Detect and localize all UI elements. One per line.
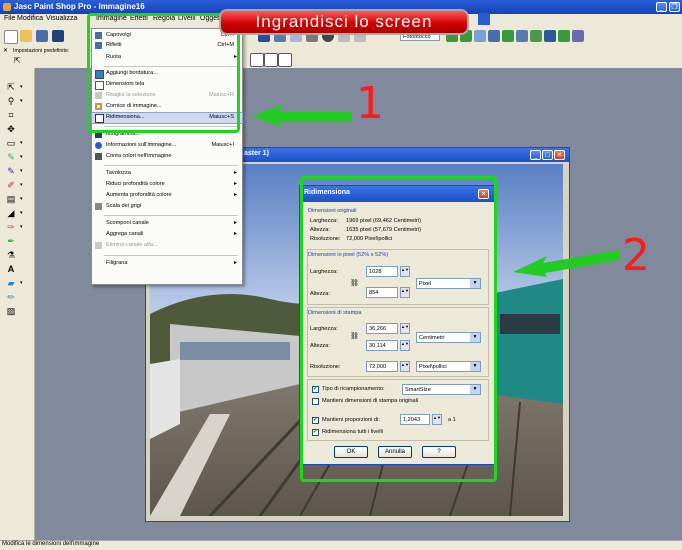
info-icon [95,142,102,149]
move-tool-icon[interactable]: ✥ [4,124,18,135]
menu-item-scomponi-canale[interactable]: Scomponi canale ▸ [92,219,242,229]
count-colors-icon [95,153,102,160]
arrow-icon [252,104,352,128]
fill-tool-icon[interactable]: ⚗ [4,250,18,261]
instruction-banner: Ingrandisci lo screen [219,9,469,35]
tool-c-icon[interactable] [558,30,570,42]
chevron-down-icon[interactable]: ▾ [20,166,26,177]
chevron-down-icon[interactable]: ▾ [20,222,26,233]
open-folder-icon[interactable] [20,30,32,42]
airbrush-icon[interactable]: ✒ [4,236,18,247]
image-window-title: aster 1) [244,150,269,157]
tool-palette: ⇱ ▾ ⚲ ▾ ⌗ ✥ ▭ ▾ ✎ ▾ ✎ ▾ ✐ ▾ ▤ ▾ ◢ ▾ ✑ ▾ ✒ ⚗ A ▰ ▾ … [0,68,35,540]
pointer-tool-icon[interactable]: ⇱ [4,82,18,93]
grayscale-icon [95,203,102,210]
text-tool-icon[interactable]: A [4,264,18,275]
view-c-icon[interactable] [278,53,292,67]
arrow-icon [513,250,619,277]
chevron-down-icon[interactable]: ▾ [20,278,26,289]
menu-item-elimina-alfa[interactable]: Elimina canale alfa... [92,241,242,251]
callout-number-1: 1 [356,78,384,129]
view-b-icon[interactable] [264,53,278,67]
preset-pointer-icon[interactable]: ⇱ [14,56,21,65]
chevron-down-icon[interactable]: ▾ [20,96,26,107]
menu-item-filigrana[interactable]: Filigrana ▸ [92,259,242,269]
pen-tool-icon[interactable]: ✏ [4,292,18,303]
picture-tube-icon[interactable]: ✑ [4,222,18,233]
chevron-down-icon[interactable]: ▾ [20,152,26,163]
banner-side-icon [478,13,490,25]
menu-item-tavolozza[interactable]: Tavolozza ▸ [92,169,242,179]
chevron-down-icon[interactable]: ▾ [20,138,26,149]
browse-icon[interactable] [36,30,48,42]
app-icon [3,3,11,11]
histogram-icon[interactable] [474,30,486,42]
retouch-tool-icon[interactable]: ▤ [4,194,18,205]
palette-icon[interactable] [488,30,500,42]
submenu-arrow-icon: ▸ [233,231,237,237]
menu-item-aggrega-canali[interactable]: Aggrega canali ▸ [92,230,242,240]
window-title: Jasc Paint Shop Pro - Immagine16 [14,2,145,11]
minimize-icon[interactable]: _ [530,150,541,160]
tool-d-icon[interactable] [572,30,584,42]
submenu-arrow-icon: ▸ [233,220,237,226]
paint-brush-icon[interactable]: ✎ [4,166,18,177]
submenu-arrow-icon: ▸ [233,260,237,266]
submenu-arrow-icon: ▸ [233,192,237,198]
menu-item-conta-colori[interactable]: Conta colori nell'immagine [92,152,242,162]
menu-item-scala-grigi[interactable]: Scala dei grigi [92,202,242,212]
maximize-icon[interactable]: □ [542,150,553,160]
highlight-box-menu [87,13,240,133]
chevron-down-icon[interactable]: ▾ [20,180,26,191]
presets-label: Impostazioni predefinite: [13,48,70,54]
new-file-icon[interactable] [4,30,18,44]
preset-shape-icon[interactable]: ▰ [4,278,18,289]
minimize-button[interactable]: _ [656,2,667,12]
menu-file[interactable]: File [4,15,15,22]
brush-icon[interactable] [502,30,514,42]
dropper-tool-icon[interactable]: ✎ [4,152,18,163]
submenu-arrow-icon: ▸ [233,170,237,176]
chevron-down-icon[interactable]: ▾ [20,208,26,219]
menu-item-informazioni[interactable]: Informazioni sull'immagine... Maiusc+I [92,141,242,151]
view-a-icon[interactable] [250,53,264,67]
highlight-box-dialog [300,176,497,482]
tool-b-icon[interactable] [544,30,556,42]
alpha-icon [95,242,102,249]
save-icon[interactable] [52,30,64,42]
status-text: Modifica le dimensioni dell'immagine [2,541,100,547]
close-icon[interactable]: ✕ [554,150,565,160]
submenu-arrow-icon: ▸ [233,181,237,187]
deform-tool-icon[interactable]: ⌗ [4,110,18,121]
info-icon[interactable] [516,30,528,42]
eraser-tool-icon[interactable]: ◢ [4,208,18,219]
close-icon[interactable]: ✕ [3,47,8,54]
chevron-down-icon[interactable]: ▾ [20,82,26,93]
tool-a-icon[interactable] [530,30,542,42]
clone-brush-icon[interactable]: ✐ [4,180,18,191]
warp-brush-icon[interactable]: ▨ [4,306,18,317]
menu-item-riduci-profondita[interactable]: Riduci profondità colore ▸ [92,180,242,190]
menu-visualizza[interactable]: Visualizza [46,15,90,22]
zoom-tool-icon[interactable]: ⚲ [4,96,18,107]
menu-item-aumenta-profondita[interactable]: Aumenta profondità colore ▸ [92,191,242,201]
selection-tool-icon[interactable]: ▭ [4,138,18,149]
chevron-down-icon[interactable]: ▾ [20,194,26,205]
menu-modifica[interactable]: Modifica [17,15,43,22]
restore-button[interactable]: ❐ [669,2,680,12]
callout-number-2: 2 [622,230,650,281]
